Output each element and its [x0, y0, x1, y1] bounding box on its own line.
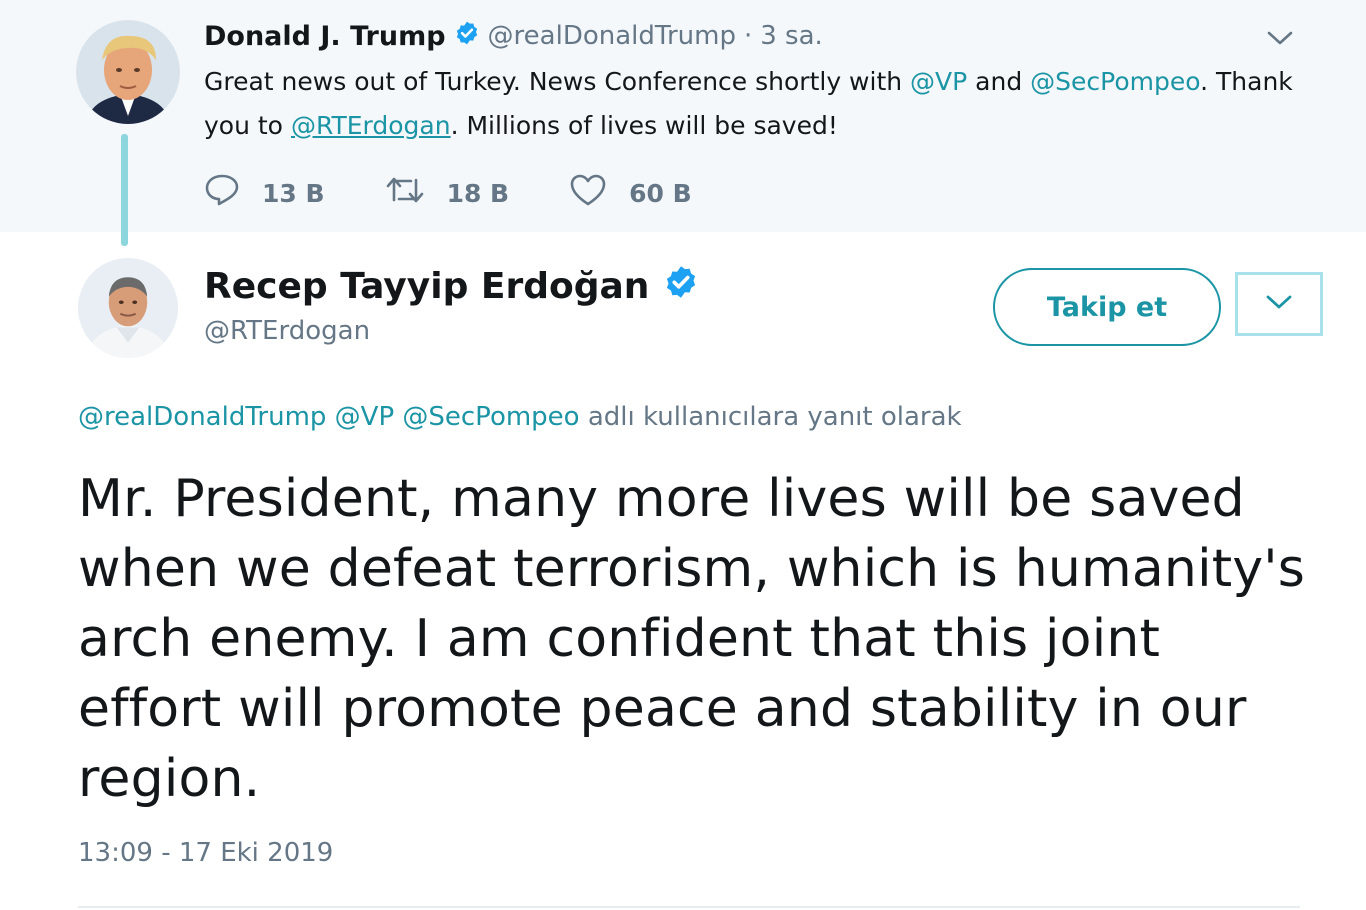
- reply-context-suffix: adlı kullanıcılara yanıt olarak: [579, 402, 962, 432]
- author-name[interactable]: Recep Tayyip Erdoğan: [204, 266, 649, 307]
- parent-text-segment: and: [967, 67, 1031, 96]
- mention-vp-link[interactable]: @VP: [910, 67, 967, 96]
- mention-secpompeo-link[interactable]: @SecPompeo: [1030, 67, 1200, 96]
- tweet-text: Mr. President, many more lives will be s…: [78, 469, 1306, 809]
- verified-badge-icon: [454, 20, 480, 53]
- follow-button[interactable]: Takip et: [993, 268, 1221, 346]
- author-name-row: Recep Tayyip Erdoğan: [204, 262, 707, 310]
- heart-icon: [569, 173, 629, 213]
- verified-badge-icon: [663, 264, 699, 309]
- separator-dot: ·: [743, 21, 753, 51]
- parent-tweet-time[interactable]: 3 sa.: [760, 21, 823, 51]
- retweet-count: 18 B: [446, 178, 510, 208]
- thread-line: [121, 134, 128, 246]
- divider: [78, 906, 1300, 908]
- retweet-icon: [385, 174, 447, 212]
- reply-mentions-link[interactable]: @realDonaldTrump @VP @SecPompeo: [78, 402, 580, 432]
- chevron-down-icon: [1264, 293, 1294, 315]
- parent-text-segment: Great news out of Turkey. News Conferenc…: [204, 67, 911, 96]
- parent-tweet-actions: 13 B 18 B 60 B: [204, 170, 752, 216]
- erdogan-avatar[interactable]: [76, 256, 180, 360]
- tweet-timestamp[interactable]: 13:09 - 17 Eki 2019: [78, 838, 333, 868]
- chevron-down-icon: [1266, 29, 1294, 51]
- reply-icon: [204, 173, 262, 213]
- parent-tweet-text: Great news out of Turkey. News Conferenc…: [204, 60, 1324, 148]
- parent-text-segment: . Millions of lives will be saved!: [450, 111, 838, 140]
- parent-tweet-header: Donald J. Trump @realDonaldTrump · 3 sa.: [204, 16, 823, 56]
- tweet-menu-button[interactable]: [1235, 272, 1323, 336]
- like-button[interactable]: 60 B: [569, 173, 692, 213]
- reply-count: 13 B: [262, 178, 325, 208]
- parent-tweet-menu-button[interactable]: [1260, 24, 1300, 56]
- parent-author-name[interactable]: Donald J. Trump: [204, 21, 446, 52]
- reply-button[interactable]: 13 B: [204, 173, 325, 213]
- author-handle[interactable]: @RTErdogan: [204, 316, 370, 346]
- parent-tweet[interactable]: Donald J. Trump @realDonaldTrump · 3 sa.…: [0, 0, 1366, 246]
- like-count: 60 B: [629, 178, 692, 208]
- trump-avatar[interactable]: [76, 20, 180, 124]
- parent-author-handle[interactable]: @realDonaldTrump: [488, 21, 736, 51]
- retweet-button[interactable]: 18 B: [385, 174, 510, 212]
- mention-rterdogan-link[interactable]: @RTErdogan: [291, 111, 451, 140]
- reply-context: @realDonaldTrump @VP @SecPompeo adlı kul…: [78, 402, 962, 432]
